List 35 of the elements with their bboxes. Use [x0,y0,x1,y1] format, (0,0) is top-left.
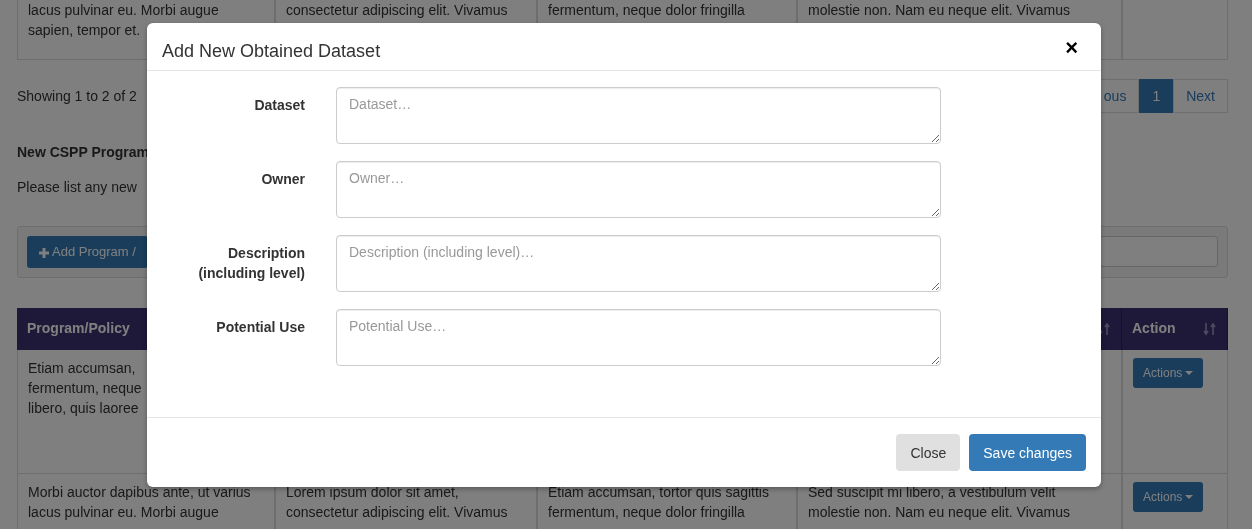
actions-button[interactable]: Actions [1133,481,1204,512]
cell-text: fermentum, neque dolor fringilla [548,2,745,18]
pagination-info: Showing 1 to 2 of 2 [17,86,137,106]
text-area-field[interactable]: Potential Use… [336,309,941,366]
section-text: Please list any new [17,179,137,195]
field-label: Potential Use [215,318,305,337]
text-area-field[interactable]: Dataset… [336,87,941,144]
field-label: Description (including level) [197,244,305,283]
page-link[interactable]: 1 [1139,79,1174,113]
field-label: Owner [260,170,305,189]
text-area-field[interactable]: Owner… [336,161,941,218]
cell-text: Morbi auctor dapibus ante, ut varius lacus pulvinar eu. Morbi augue [28,483,251,520]
actions-button[interactable]: Actions [1133,357,1204,388]
caret-icon [1185,371,1194,376]
cell-text: Etiam accumsan, tortor quis sagittis fermentum, neque dolor fringilla [548,483,769,520]
close-button[interactable]: Close [896,434,961,471]
header-label: Action [1132,319,1176,338]
search-field[interactable] [1100,236,1218,268]
cell-text: consectetur adipiscing elit. Vivamus [286,2,508,18]
plus-icon [39,247,49,258]
modal-title: Add New Obtained Dataset [162,40,381,63]
cell-text: Lorem ipsum dolor sit amet, consectetur adipiscing elit. Vivamus [286,483,508,520]
next-link[interactable]: Next [1173,79,1228,113]
save-button[interactable]: Save changes [969,434,1086,471]
cell-text: Sed suscipit mi libero, a vestibulum velit molestie non. Nam eu neque elit. Vivamus [808,483,1070,520]
cell-text: lacus pulvinar eu. Morbi augue sapien, tempor et. [28,2,219,38]
header-label: Program/Policy [27,319,130,338]
section-title: New CSPP Program [17,143,150,162]
text-area-field[interactable]: Description (including level)… [336,235,941,292]
cell-text: molestie non. Nam eu neque elit. Vivamus [808,2,1070,18]
close-button[interactable]: × [1057,38,1086,58]
add-program-button[interactable]: Add Program / [27,236,148,268]
field-label: Dataset [253,96,305,115]
cell-text: Etiam accumsan, fermentum, neque libero, quis laoree [28,359,142,416]
caret-icon [1185,495,1194,500]
